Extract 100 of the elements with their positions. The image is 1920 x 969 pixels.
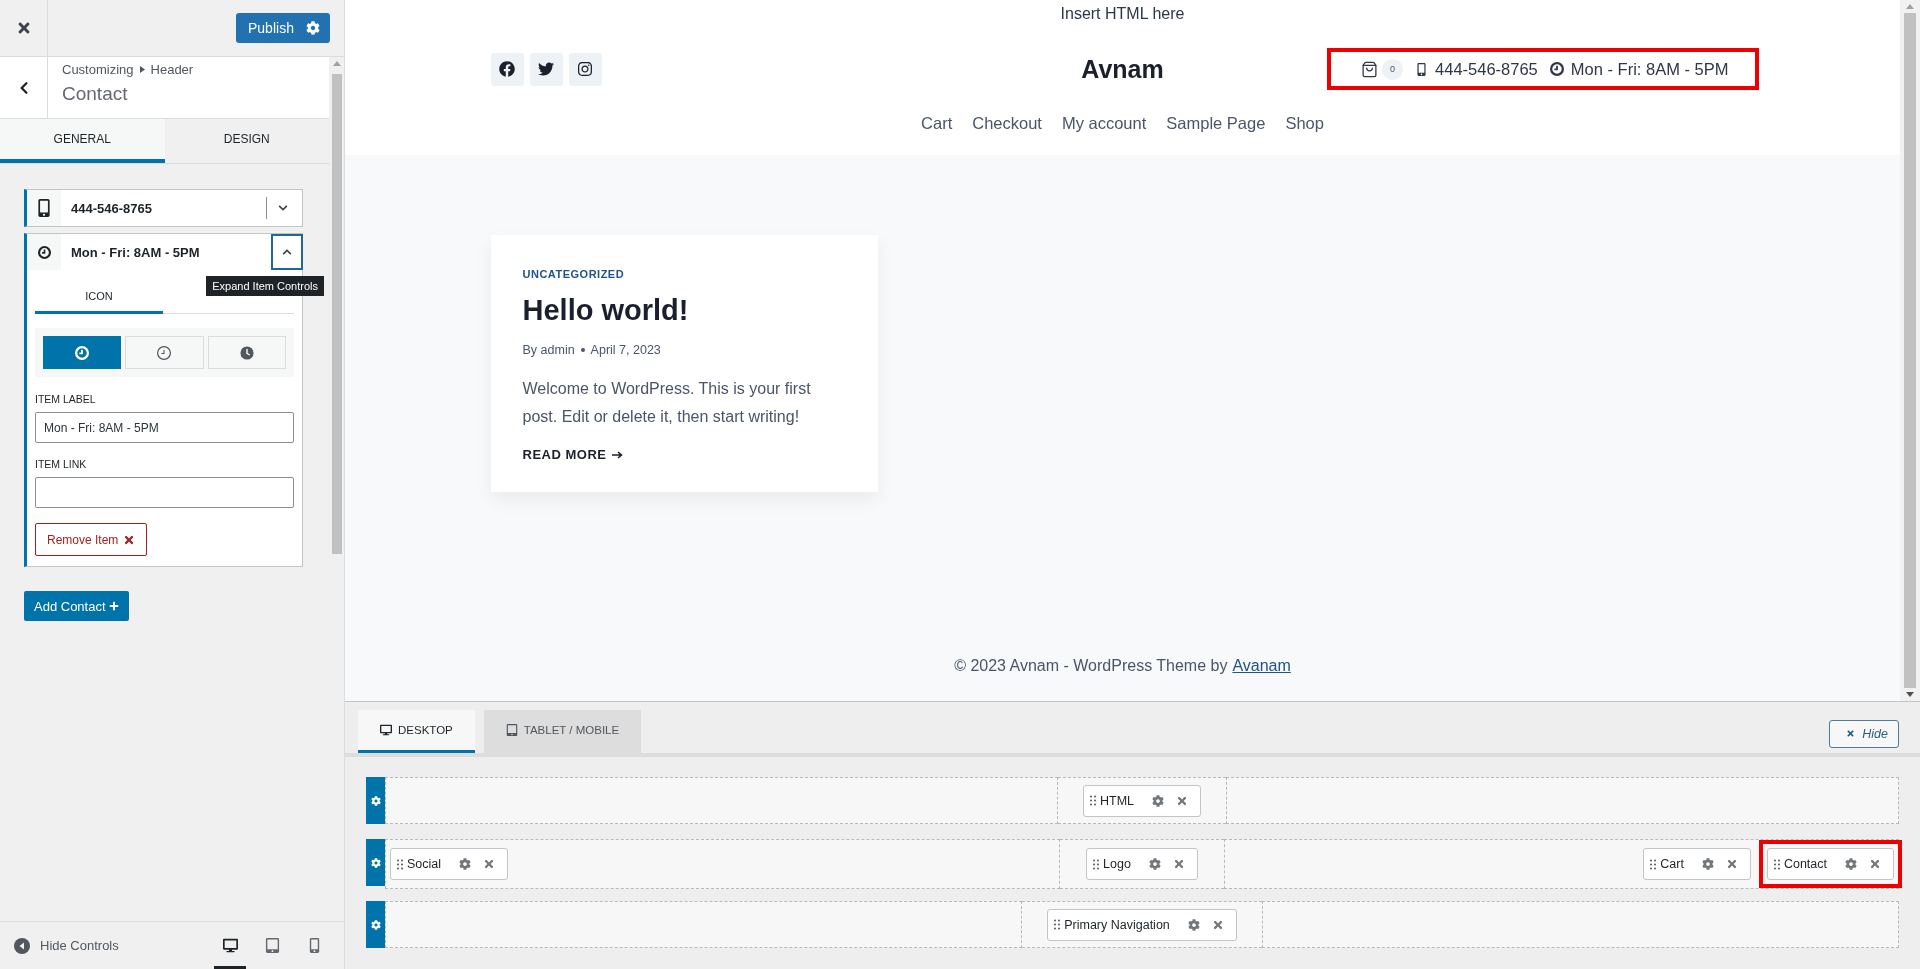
site-logo[interactable]: Avnam bbox=[1081, 54, 1164, 84]
clock-icon bbox=[239, 345, 254, 360]
drag-handle-icon[interactable] bbox=[1090, 795, 1096, 806]
separator-dot bbox=[580, 348, 585, 352]
nav-link[interactable]: My account bbox=[1061, 114, 1147, 133]
row-settings-button[interactable] bbox=[366, 777, 385, 824]
element-label: Social bbox=[407, 857, 442, 871]
builder-tab[interactable]: DESKTOP bbox=[358, 710, 475, 753]
gear-icon bbox=[370, 919, 381, 930]
header-element-chip[interactable]: Contact bbox=[1766, 848, 1894, 880]
icon-tab[interactable]: ICON bbox=[35, 280, 163, 314]
footer-link[interactable]: Avanam bbox=[1232, 657, 1291, 675]
item-title: 444-546-8765 bbox=[70, 200, 153, 216]
gear-icon bbox=[1152, 794, 1164, 807]
remove-item-button[interactable]: Remove Item bbox=[35, 523, 148, 556]
input-field[interactable] bbox=[35, 477, 294, 508]
element-label: Cart bbox=[1660, 857, 1684, 871]
row-settings-button[interactable] bbox=[366, 901, 385, 948]
clock-icon bbox=[75, 345, 90, 360]
chevron-down-icon bbox=[277, 203, 288, 213]
shopping-bag-icon[interactable] bbox=[1361, 60, 1379, 78]
facebook-icon bbox=[499, 61, 515, 77]
close-icon bbox=[1176, 794, 1188, 807]
item-title: Mon - Fri: 8AM - 5PM bbox=[70, 244, 201, 260]
add-contact-button[interactable]: Add Contact bbox=[24, 591, 129, 621]
gear-icon bbox=[1845, 858, 1857, 870]
drag-handle-icon[interactable] bbox=[1054, 919, 1061, 930]
header-element-chip[interactable]: Primary Navigation bbox=[1047, 908, 1237, 941]
hide-controls-button[interactable]: Hide Controls bbox=[14, 937, 119, 954]
header-element-chip[interactable]: HTML bbox=[1083, 784, 1201, 817]
scrollbar[interactable] bbox=[1900, 0, 1920, 701]
chevron-up-icon bbox=[282, 247, 292, 257]
element-label: Contact bbox=[1783, 857, 1827, 871]
panel-tab[interactable]: GENERAL bbox=[0, 119, 165, 163]
plus-icon bbox=[108, 601, 119, 611]
scroll-down-icon[interactable] bbox=[1906, 692, 1914, 697]
close-icon bbox=[1211, 918, 1224, 931]
social-link[interactable] bbox=[490, 52, 524, 86]
close-icon bbox=[1172, 858, 1185, 870]
gear-icon bbox=[459, 858, 472, 870]
panel-title: Contact bbox=[62, 83, 129, 105]
toggle-button[interactable] bbox=[271, 234, 303, 270]
element-label: HTML bbox=[1100, 793, 1134, 808]
close-icon bbox=[1725, 858, 1738, 870]
row-settings-button[interactable] bbox=[366, 839, 385, 886]
element-label: Primary Navigation bbox=[1064, 917, 1170, 932]
gear-icon bbox=[370, 857, 381, 868]
drag-handle-icon[interactable] bbox=[397, 858, 403, 870]
drag-handle-icon[interactable] bbox=[1773, 858, 1780, 870]
icon-option[interactable] bbox=[43, 336, 122, 369]
contact-text: Mon - Fri: 8AM - 5PM bbox=[1570, 59, 1729, 79]
header-element-chip[interactable]: Social bbox=[390, 848, 509, 880]
nav-link[interactable]: Sample Page bbox=[1166, 114, 1266, 133]
clock-icon bbox=[1549, 62, 1564, 76]
gear-icon bbox=[370, 795, 381, 806]
element-label: Logo bbox=[1103, 857, 1131, 871]
social-link[interactable] bbox=[568, 52, 602, 86]
close-icon bbox=[1869, 858, 1881, 870]
nav-link[interactable]: Checkout bbox=[972, 114, 1042, 133]
builder-tab[interactable]: TABLET / MOBILE bbox=[483, 710, 642, 753]
gear-icon bbox=[1701, 858, 1714, 870]
header-element-chip[interactable]: Logo bbox=[1086, 848, 1198, 880]
post-author: By admin bbox=[522, 343, 575, 357]
breadcrumb-section: Header bbox=[150, 62, 194, 77]
publish-button[interactable]: Publish bbox=[236, 13, 330, 43]
clock-icon bbox=[37, 245, 51, 259]
nav-link[interactable]: Shop bbox=[1285, 114, 1324, 133]
scroll-up-icon[interactable] bbox=[332, 61, 341, 66]
nav-link[interactable]: Cart bbox=[921, 114, 953, 133]
scroll-up-icon[interactable] bbox=[1906, 4, 1914, 9]
post-excerpt: Welcome to WordPress. This is your first post. Edit or delete it, then start writing! bbox=[522, 379, 812, 427]
post-title[interactable]: Hello world! bbox=[522, 294, 689, 327]
post-category[interactable]: UNCATEGORIZED bbox=[522, 268, 625, 280]
drag-handle-icon[interactable] bbox=[1093, 858, 1100, 870]
arrow-right-icon bbox=[612, 450, 624, 459]
html-text: Insert HTML here bbox=[1060, 4, 1185, 24]
read-more-link[interactable]: READ MORE bbox=[522, 447, 624, 462]
contact-text: 444-546-8765 bbox=[1435, 59, 1538, 79]
tooltip: Expand Item Controls bbox=[206, 276, 324, 296]
gear-icon bbox=[1148, 858, 1161, 870]
tablet-icon bbox=[264, 937, 280, 953]
field-label: ITEM LINK bbox=[35, 458, 88, 470]
close-icon bbox=[123, 533, 136, 546]
mobile-phone-icon bbox=[35, 199, 53, 217]
collapse-icon bbox=[14, 937, 30, 954]
social-link[interactable] bbox=[529, 52, 563, 86]
tablet-icon bbox=[505, 724, 518, 736]
hide-button[interactable]: Hide bbox=[1829, 719, 1899, 748]
footer-text: © 2023 Avnam - WordPress Theme by bbox=[954, 657, 1228, 675]
drag-handle-icon[interactable] bbox=[1650, 858, 1657, 870]
twitter-icon bbox=[538, 61, 554, 77]
gear-icon bbox=[1187, 918, 1200, 931]
settings-icon bbox=[306, 21, 320, 35]
close-icon bbox=[1846, 729, 1856, 738]
post-date: April 7, 2023 bbox=[590, 343, 661, 357]
desktop-icon bbox=[380, 724, 392, 736]
input-field[interactable]: Mon - Fri: 8AM - 5PM bbox=[35, 412, 294, 443]
header-element-chip[interactable]: Cart bbox=[1643, 848, 1751, 880]
close-icon bbox=[483, 858, 496, 870]
clock-icon bbox=[157, 345, 172, 360]
